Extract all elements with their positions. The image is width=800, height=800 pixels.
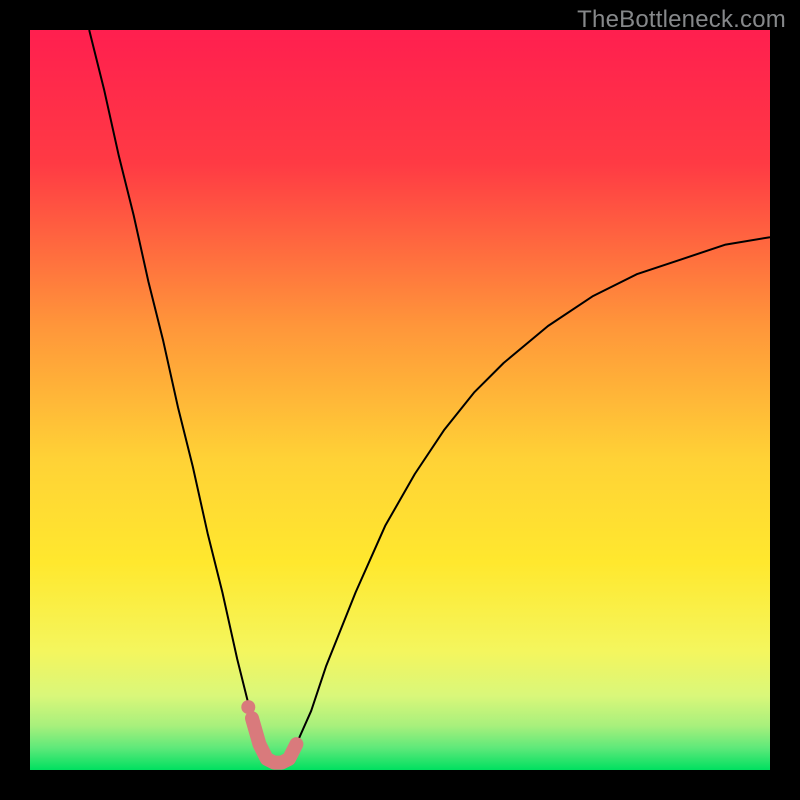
marker-dot (241, 700, 255, 714)
gradient-background (30, 30, 770, 770)
markers-group (241, 700, 255, 714)
plot-svg (30, 30, 770, 770)
watermark-label: TheBottleneck.com (577, 6, 786, 34)
plot-frame (30, 30, 770, 770)
